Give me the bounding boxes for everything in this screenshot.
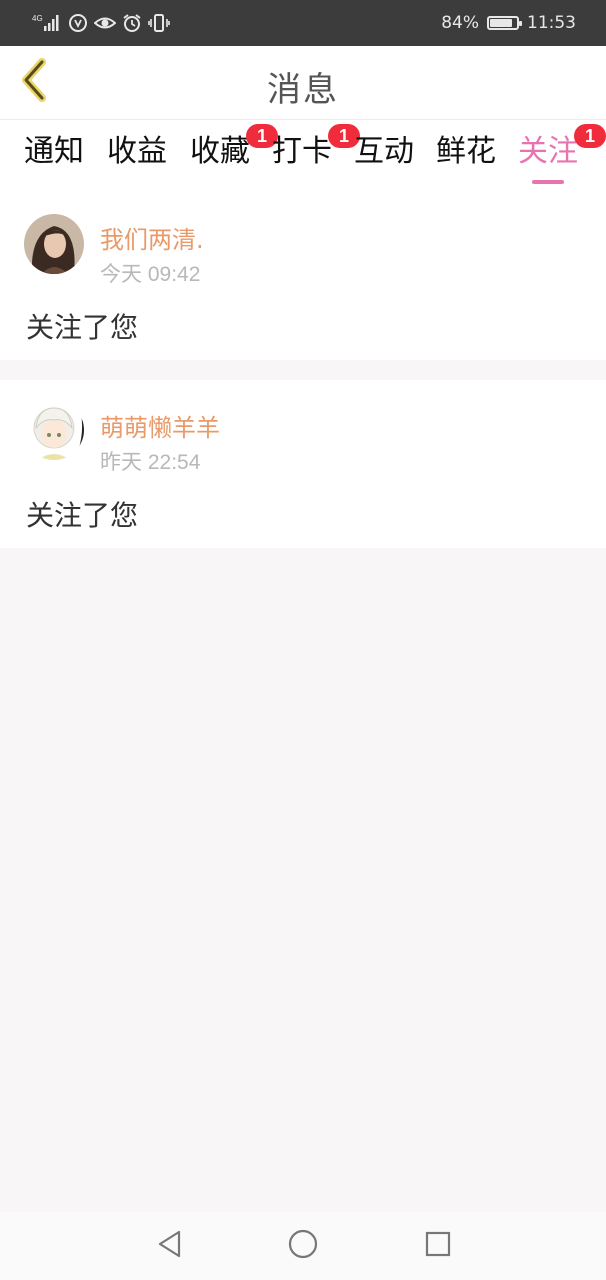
message-text: 关注了您 (26, 499, 139, 532)
vibrate-icon (148, 12, 170, 34)
nav-recents-button[interactable] (420, 1228, 456, 1264)
active-tab-indicator (532, 180, 564, 184)
avatar[interactable] (24, 214, 84, 274)
tab-label: 通知 (24, 134, 84, 169)
tab-label: 打卡 (272, 134, 332, 169)
network-label: 4G (32, 14, 43, 23)
tab-flowers[interactable]: 鲜花 (436, 130, 496, 190)
battery-icon (487, 16, 522, 30)
tab-label: 收益 (107, 134, 167, 169)
back-triangle-icon (155, 1229, 185, 1263)
eye-icon (94, 12, 116, 34)
status-bar: 4G 84% 11:53 (0, 0, 606, 46)
message-card[interactable]: 我们两清. 今天 09:42 关注了您 (0, 196, 606, 360)
nav-home-button[interactable] (285, 1228, 321, 1264)
nav-back-button[interactable] (152, 1228, 188, 1264)
tab-label: 收藏 (190, 134, 250, 169)
system-nav-bar (0, 1212, 606, 1280)
message-card[interactable]: 萌萌懒羊羊 昨天 22:54 关注了您 (0, 380, 606, 548)
tab-notifications[interactable]: 通知 (24, 130, 84, 190)
tab-earnings[interactable]: 收益 (107, 130, 167, 190)
avatar[interactable] (24, 400, 84, 460)
clock: 11:53 (527, 13, 576, 33)
timestamp: 昨天 22:54 (100, 451, 201, 474)
tab-label: 鲜花 (436, 134, 496, 169)
alarm-icon (122, 12, 142, 34)
tab-label: 互动 (354, 134, 414, 169)
page-title: 消息 (267, 70, 339, 110)
user-name[interactable]: 我们两清. (100, 220, 204, 255)
home-circle-icon (287, 1228, 319, 1264)
unread-badge: 1 (574, 124, 606, 148)
tab-follows[interactable]: 关注 1 (518, 124, 606, 190)
tab-bar: 通知 收益 收藏 1 打卡 1 互动 鲜花 关注 1 (0, 120, 606, 196)
battery-percent: 84% (441, 13, 479, 33)
signal-icon: 4G (32, 12, 62, 34)
tab-favorites[interactable]: 收藏 1 (190, 124, 278, 190)
data-saver-icon (68, 12, 88, 34)
user-name[interactable]: 萌萌懒羊羊 (100, 408, 220, 443)
recents-square-icon (423, 1229, 453, 1263)
tab-interactions[interactable]: 互动 (354, 130, 414, 190)
timestamp: 今天 09:42 (100, 263, 201, 286)
tab-checkin[interactable]: 打卡 1 (272, 124, 360, 190)
status-icons-right: 84% 11:53 (441, 13, 576, 33)
tab-label: 关注 (518, 134, 578, 169)
battery-fill (490, 19, 512, 27)
header: 消息 (0, 46, 606, 120)
message-text: 关注了您 (26, 311, 139, 344)
status-icons-left: 4G (32, 12, 170, 34)
